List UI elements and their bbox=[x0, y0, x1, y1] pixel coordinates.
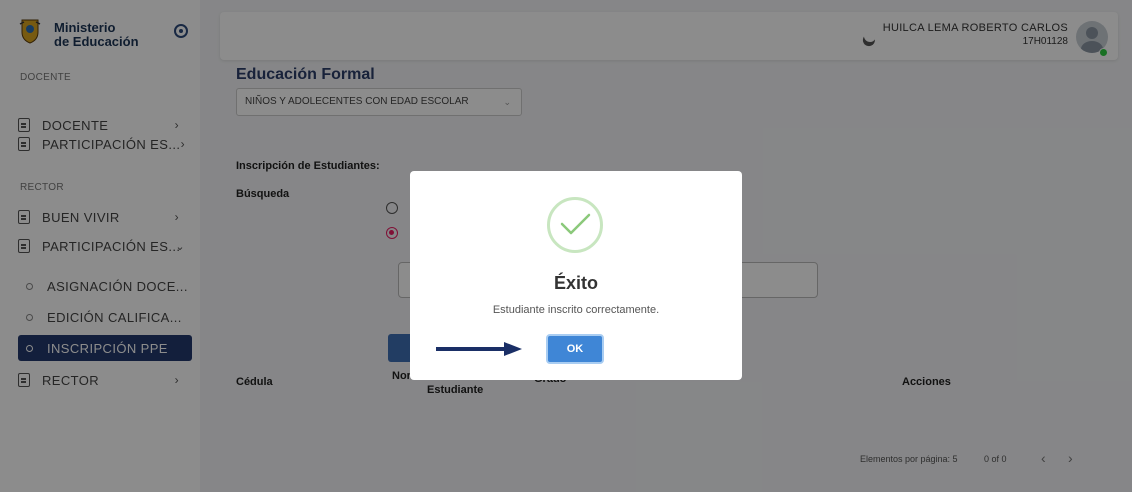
checkmark-icon bbox=[560, 213, 591, 235]
success-check-icon bbox=[547, 197, 603, 253]
dialog-title: Éxito bbox=[553, 273, 598, 293]
dialog-message: Estudiante inscrito correctamente. bbox=[492, 304, 660, 316]
ok-button[interactable]: OK bbox=[546, 334, 604, 364]
pointer-arrow-icon bbox=[436, 342, 522, 356]
